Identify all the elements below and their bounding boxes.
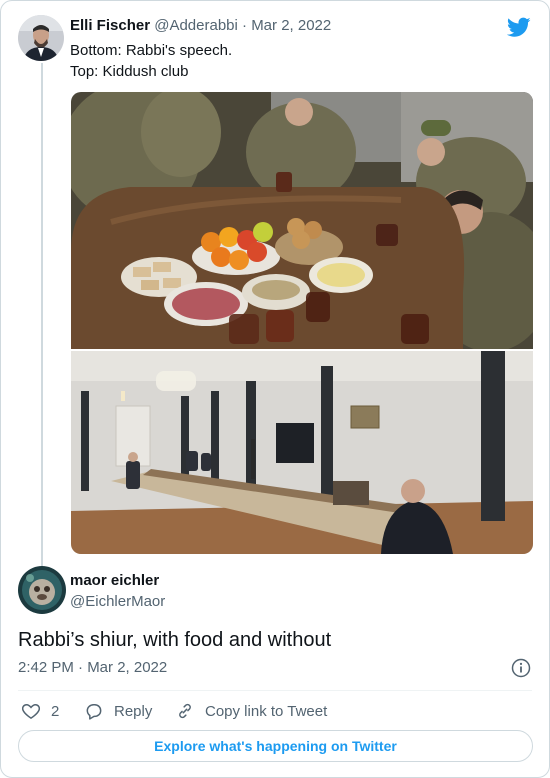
reply-action[interactable]: Reply	[84, 700, 152, 722]
info-icon[interactable]	[511, 658, 531, 678]
explore-label: Explore what's happening on Twitter	[154, 738, 397, 754]
copy-link-action[interactable]: Copy link to Tweet	[175, 700, 327, 722]
like-action[interactable]: 2	[21, 700, 59, 722]
photo-long-table-hall[interactable]	[71, 351, 533, 554]
quoted-text-line-1: Bottom: Rabbi's speech.	[70, 42, 233, 59]
author-name[interactable]: maor eichler	[70, 572, 159, 589]
tweet-timestamp[interactable]: 2:42 PM · Mar 2, 2022	[18, 659, 167, 676]
quoted-author-avatar[interactable]	[18, 15, 64, 61]
link-icon	[179, 703, 191, 719]
meta-separator: ·	[242, 17, 248, 34]
quoted-tweet-date[interactable]: Mar 2, 2022	[251, 17, 331, 34]
author-handle[interactable]: @EichlerMaor	[70, 593, 165, 610]
divider	[18, 690, 532, 691]
twitter-bird-icon[interactable]	[506, 15, 531, 39]
author-avatar[interactable]	[18, 566, 66, 614]
photo-soldiers-table[interactable]	[71, 92, 533, 349]
heart-icon	[21, 703, 41, 719]
tweet-embed-card: Elli Fischer @Adderabbi · Mar 2, 2022 Bo…	[0, 0, 550, 778]
quoted-text-line-2: Top: Kiddush club	[70, 63, 189, 80]
tweet-text: Rabbi’s shiur, with food and without	[18, 629, 332, 651]
quoted-tweet-header: Elli Fischer @Adderabbi · Mar 2, 2022	[70, 17, 331, 34]
quoted-author-name[interactable]: Elli Fischer	[70, 17, 150, 34]
thread-connector-line	[41, 63, 43, 566]
copy-link-label: Copy link to Tweet	[205, 702, 328, 720]
reply-icon	[86, 704, 102, 720]
explore-twitter-button[interactable]: Explore what's happening on Twitter	[18, 730, 533, 762]
reply-label: Reply	[114, 702, 153, 720]
like-count: 2	[51, 702, 60, 720]
quoted-author-handle[interactable]: @Adderabbi	[154, 17, 238, 34]
quoted-tweet-text: Bottom: Rabbi's speech. Top: Kiddush clu…	[70, 40, 232, 82]
